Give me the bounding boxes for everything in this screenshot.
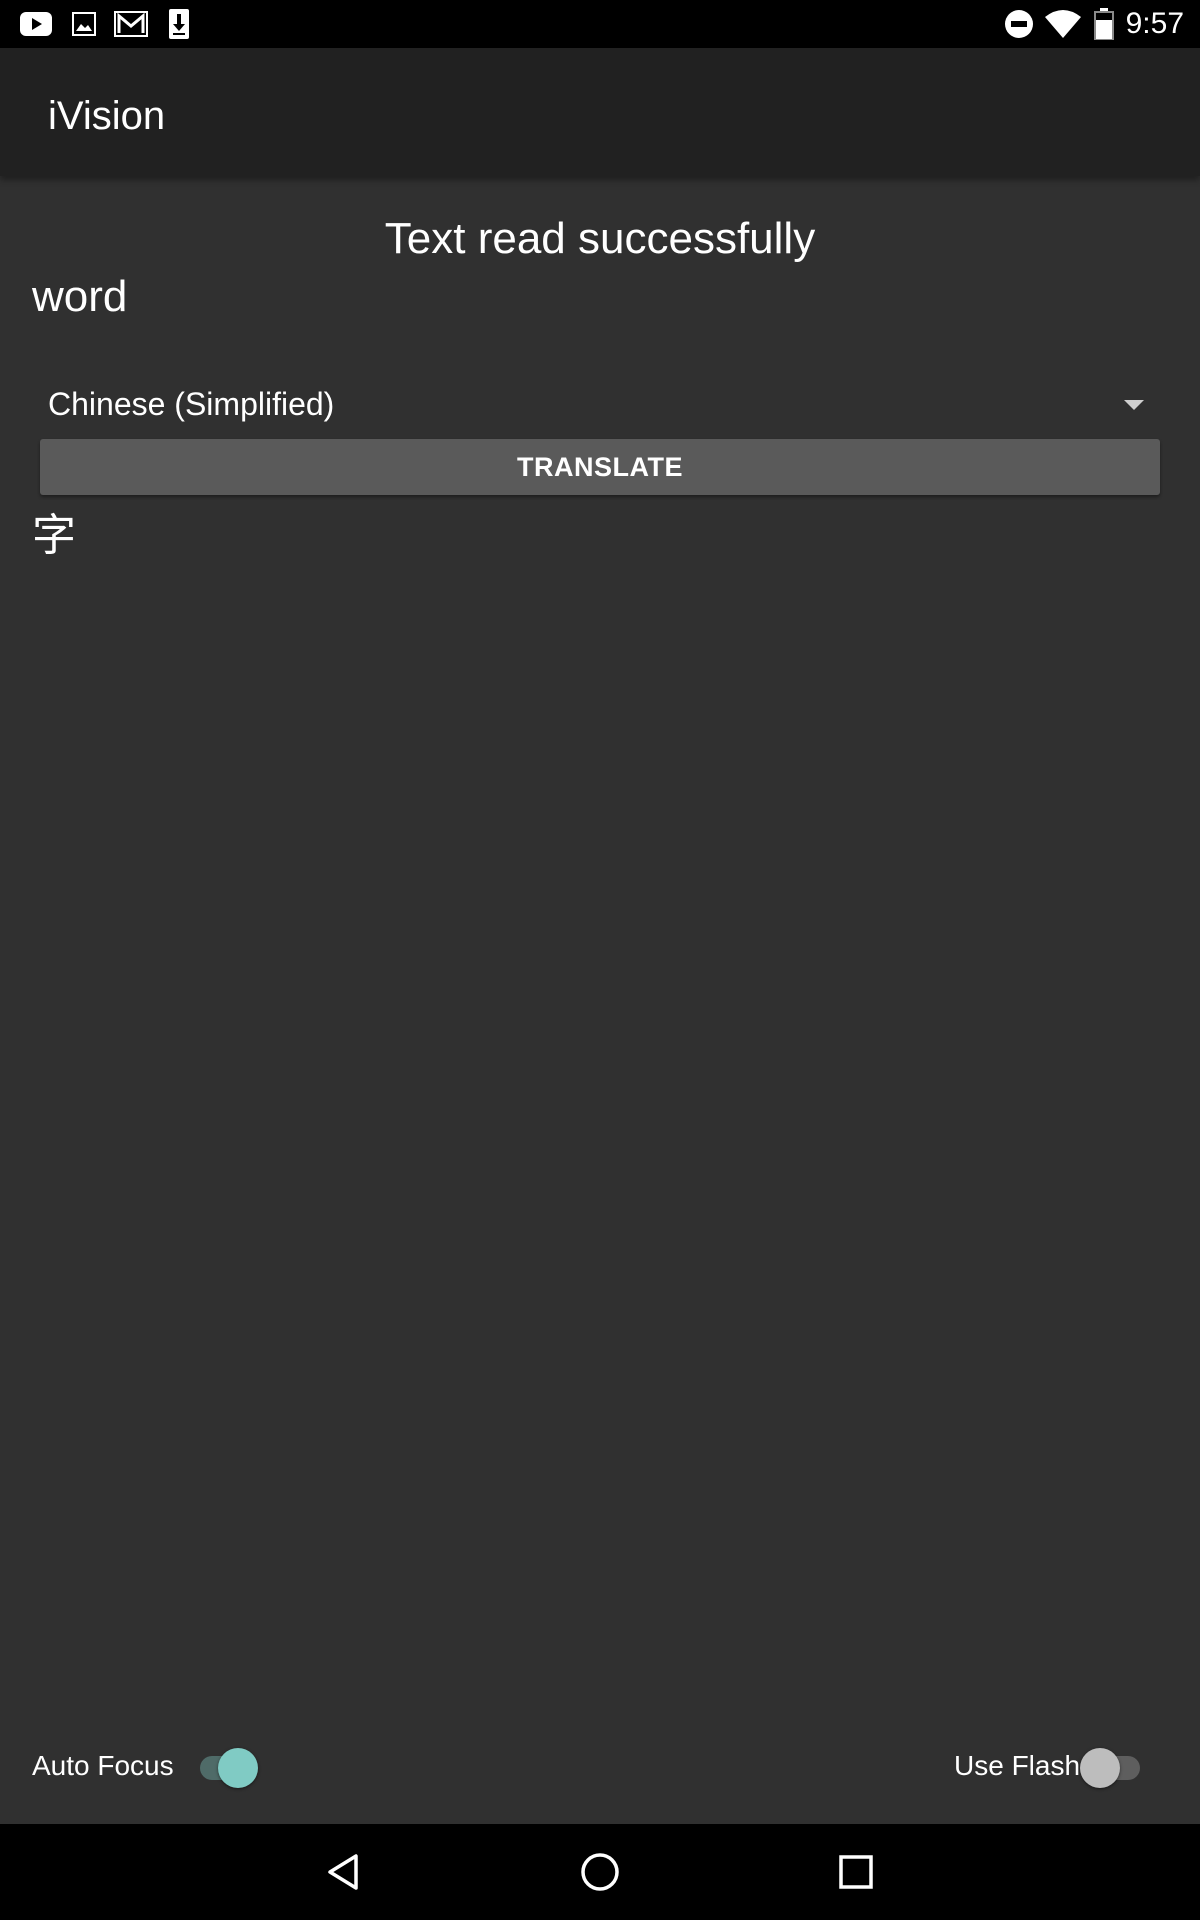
dropdown-arrow-icon [1124,400,1144,410]
image-icon [72,8,96,40]
camera-options: Auto Focus Use Flash [0,1734,1200,1798]
use-flash-label: Use Flash [954,1750,1081,1781]
status-time: 9:57 [1125,7,1184,40]
back-icon[interactable] [320,1848,368,1896]
use-flash-switch-thumb [1080,1748,1120,1788]
recents-icon[interactable] [832,1848,880,1896]
navigation-bar [0,1824,1200,1920]
do-not-disturb-icon [1004,8,1034,40]
auto-focus-label: Auto Focus [32,1750,174,1781]
use-flash-switch[interactable] [1080,1748,1144,1788]
recognized-text: word [32,272,128,321]
status-bar: 9:57 [0,0,1200,48]
auto-focus-switch[interactable] [194,1748,258,1788]
app-title: iVision [48,94,166,138]
download-icon [168,8,190,40]
translated-text: 字 [32,511,76,560]
battery-icon [1094,8,1114,40]
translate-button[interactable]: TRANSLATE [40,439,1160,495]
language-select-value: Chinese (Simplified) [48,386,335,422]
language-select[interactable]: Chinese (Simplified) [32,376,1168,436]
youtube-icon [20,8,52,40]
home-icon[interactable] [576,1848,624,1896]
auto-focus-switch-thumb [218,1748,258,1788]
app-bar: iVision [0,48,1200,176]
wifi-icon [1044,8,1082,40]
status-message: Text read successfully [384,214,816,263]
gmail-icon [114,8,148,40]
